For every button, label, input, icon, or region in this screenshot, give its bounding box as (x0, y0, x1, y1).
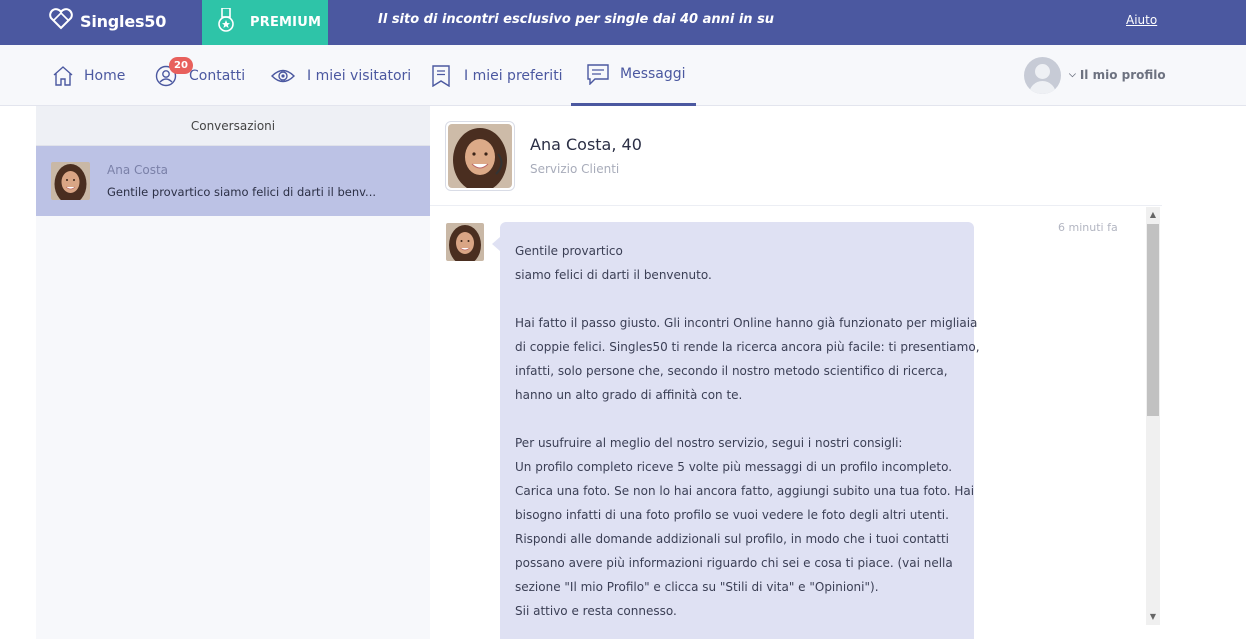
conversation-avatar (51, 162, 90, 200)
nav-label-home: Home (84, 67, 126, 84)
message-line (515, 407, 959, 431)
message-line (515, 287, 959, 311)
nav-label-preferiti: I miei preferiti (464, 67, 563, 84)
message-line: Carica una foto. Se non lo hai ancora fa… (515, 484, 975, 498)
conversations-panel: Conversazioni Ana Costa Gentile provarti… (36, 106, 430, 639)
contacts-count-badge: 20 (169, 57, 193, 74)
top-bar: Singles50 PREMIUM Il sito di incontri es… (0, 0, 1246, 45)
message-line: siamo felici di darti il benvenuto. (515, 268, 712, 282)
scroll-down-arrow-icon[interactable]: ▼ (1146, 609, 1160, 625)
message-line: bisogno infatti di una foto profilo se v… (515, 508, 949, 522)
message-line: Rispondi alle domande addizionali sul pr… (515, 532, 949, 546)
main-nav: Home Contatti 20 I miei visitatori I mie… (0, 45, 1246, 106)
message-timestamp: 6 minuti fa (1058, 221, 1118, 234)
profile-menu[interactable]: ⌵ Il mio profilo (1024, 56, 1166, 94)
scroll-up-arrow-icon[interactable]: ▲ (1146, 207, 1160, 223)
message-line: Hai fatto il passo giusto. Gli incontri … (515, 316, 978, 330)
profile-menu-label: Il mio profilo (1079, 68, 1166, 82)
message-scrollbar[interactable]: ▲ ▼ (1146, 207, 1160, 625)
conversation-item[interactable]: Ana Costa Gentile provartico siamo felic… (36, 146, 430, 216)
chat-contact-name: Ana Costa, 40 (530, 135, 642, 154)
message-line: hanno un alto grado di affinità con te. (515, 388, 743, 402)
nav-item-visitatori[interactable]: I miei visitatori (271, 45, 411, 106)
conversation-name: Ana Costa (107, 163, 169, 177)
message-line (515, 623, 959, 639)
nav-label-visitatori: I miei visitatori (307, 67, 412, 84)
message-line: infatti, solo persone che, secondo il no… (515, 364, 948, 378)
scrollbar-thumb[interactable] (1147, 224, 1159, 416)
medal-icon (218, 6, 234, 38)
heart-logo-icon (48, 8, 74, 34)
tagline: Il sito di incontri esclusivo per single… (378, 12, 775, 27)
chevron-down-icon: ⌵ (1069, 70, 1076, 80)
nav-item-home[interactable]: Home (52, 45, 125, 106)
chat-header: Ana Costa, 40 Servizio Clienti (430, 106, 1162, 206)
nav-label-messaggi: Messaggi (620, 66, 686, 82)
message-line: Per usufruire al meglio del nostro servi… (515, 436, 903, 450)
logo[interactable]: Singles50 (48, 8, 167, 34)
bookmark-icon (431, 64, 451, 87)
help-link[interactable]: Aiuto (1126, 13, 1157, 27)
message-line: di coppie felici. Singles50 ti rende la … (515, 340, 980, 354)
message-thread: Gentile provartico siamo felici di darti… (430, 207, 1146, 639)
contact-profile-photo[interactable] (445, 121, 515, 191)
chat-contact-subtitle: Servizio Clienti (530, 162, 620, 176)
eye-icon (271, 65, 295, 87)
conversations-header: Conversazioni (36, 106, 430, 146)
conversation-preview: Gentile provartico siamo felici di darti… (107, 185, 377, 199)
message-line: possano avere più informazioni riguardo … (515, 556, 953, 570)
message-icon (587, 63, 609, 85)
premium-label: PREMIUM (250, 15, 322, 30)
message-bubble: Gentile provartico siamo felici di darti… (500, 222, 980, 639)
nav-item-preferiti[interactable]: I miei preferiti (431, 45, 563, 106)
message-avatar (446, 223, 484, 261)
nav-item-contatti[interactable]: Contatti (155, 45, 245, 106)
premium-button[interactable]: PREMIUM (202, 0, 328, 45)
nav-item-messaggi[interactable]: Messaggi (571, 45, 696, 106)
bubble-tail (492, 237, 500, 251)
logo-text: Singles50 (80, 11, 167, 31)
message-line: Sii attivo e resta connesso. (515, 604, 677, 618)
message-line: Gentile provartico (515, 244, 623, 258)
home-icon (52, 65, 74, 87)
avatar (1024, 56, 1061, 94)
nav-label-contatti: Contatti (189, 67, 246, 84)
message-line: Un profilo completo riceve 5 volte più m… (515, 460, 953, 474)
message-line: sezione "Il mio Profilo" e clicca su "St… (515, 580, 879, 594)
